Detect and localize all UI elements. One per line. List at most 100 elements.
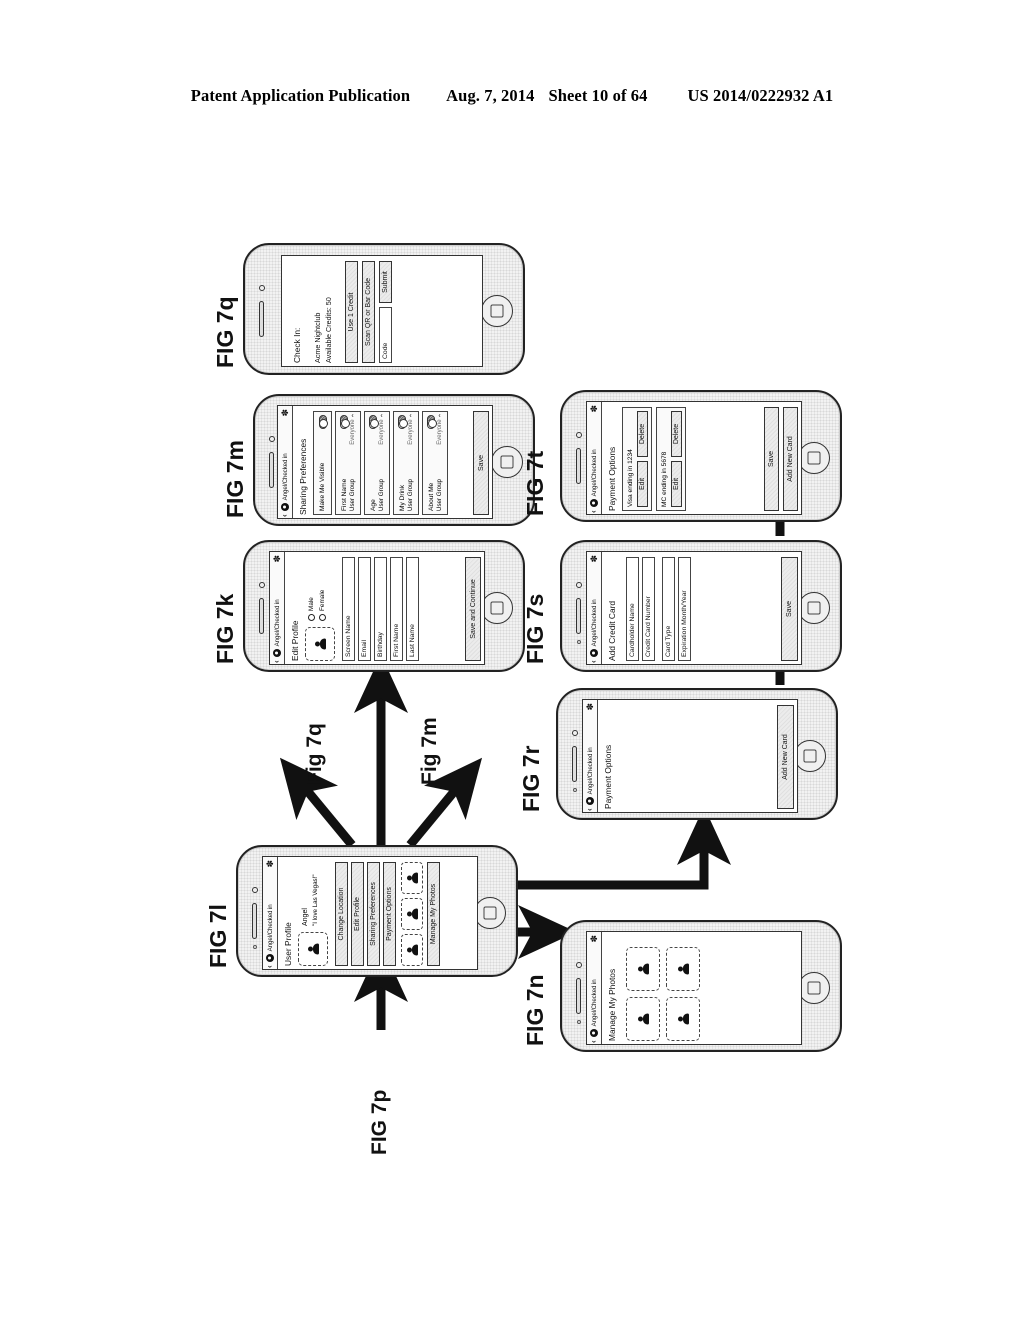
earpiece-speaker [572, 746, 577, 782]
sharing-row[interactable]: My Drink User Group Everyone ‹ [393, 411, 419, 515]
gear-icon[interactable]: ✽ [589, 555, 599, 563]
visibility-toggle[interactable] [398, 415, 406, 429]
back-icon[interactable]: ‹ [280, 514, 289, 517]
sharing-preferences-button[interactable]: Sharing Preferences [367, 862, 380, 966]
sharing-row[interactable]: About Me User Group Everyone ‹ [422, 411, 448, 515]
gender-male-label: Male [308, 597, 315, 611]
home-button[interactable] [491, 446, 523, 478]
manage-photos-button[interactable]: Manage My Photos [427, 862, 440, 966]
save-continue-button[interactable]: Save and Continue [465, 557, 481, 661]
email-field[interactable]: Email [358, 557, 371, 661]
edit-profile-button[interactable]: Edit Profile [351, 862, 364, 966]
sharing-row-sub: User Group [378, 479, 385, 511]
photo-thumbnail[interactable] [401, 934, 423, 966]
chevron-right-icon[interactable]: ‹ [351, 413, 353, 420]
nav-bar: ‹ Angel/Checked in ✽ [587, 932, 602, 1044]
first-name-field[interactable]: First Name [390, 557, 403, 661]
home-button[interactable] [481, 592, 513, 624]
photo-thumbnail[interactable] [401, 898, 423, 930]
back-icon[interactable]: ‹ [585, 808, 594, 811]
photo-thumbnail[interactable] [626, 997, 660, 1041]
screen-fig7s: ‹ Angel/Checked in ✽ Add Credit Card Car… [586, 551, 802, 665]
home-button[interactable] [798, 442, 830, 474]
back-icon[interactable]: ‹ [589, 660, 598, 663]
card-delete-button[interactable]: Delete [670, 411, 682, 457]
profile-photo[interactable] [298, 932, 328, 966]
photo-thumbnail[interactable] [666, 997, 700, 1041]
sharing-row-sub: User Group [407, 479, 414, 511]
home-button[interactable] [798, 972, 830, 1004]
screen-fig7r: ‹ Angel/Checked in ✽ Payment Options Add… [582, 699, 798, 813]
photo-thumbnail[interactable] [626, 947, 660, 991]
home-button[interactable] [794, 740, 826, 772]
home-button[interactable] [798, 592, 830, 624]
gear-icon[interactable]: ✽ [265, 860, 275, 868]
gear-icon[interactable]: ✽ [589, 935, 599, 943]
card-edit-button[interactable]: Edit [670, 461, 682, 507]
person-silhouette-icon [407, 908, 418, 920]
save-button[interactable]: Save [781, 557, 798, 661]
sharing-row[interactable]: Age User Group Everyone ‹ [364, 411, 390, 515]
nav-bar: ‹ Angel/Checked in ✽ [270, 552, 285, 664]
sharing-row-label: Make Me Visible [319, 462, 326, 511]
gear-icon[interactable]: ✽ [280, 409, 290, 417]
sharing-row-value: Everyone [436, 419, 443, 445]
chevron-right-icon[interactable]: ‹ [409, 413, 411, 420]
card-edit-button[interactable]: Edit [636, 461, 648, 507]
visibility-toggle[interactable] [340, 415, 348, 429]
figure-caption-7n: FIG 7n [522, 974, 548, 1046]
add-new-card-button[interactable]: Add New Card [777, 705, 794, 809]
gender-male-radio[interactable] [308, 614, 315, 621]
visibility-toggle[interactable] [318, 415, 327, 429]
sharing-title: Sharing Preferences [298, 438, 308, 515]
figure-caption-7q: FIG 7q [212, 296, 238, 368]
back-icon[interactable]: ‹ [589, 1040, 598, 1043]
birthday-field[interactable]: Birthday [374, 557, 387, 661]
photo-thumbnail[interactable] [401, 862, 423, 894]
sharing-row-label: About Me [427, 482, 435, 511]
change-location-button[interactable]: Change Location [335, 862, 348, 966]
last-name-field[interactable]: Last Name [406, 557, 419, 661]
card-type-field[interactable]: Card Type [662, 557, 675, 661]
person-silhouette-icon [638, 1013, 649, 1025]
sharing-row[interactable]: Make Me Visible [313, 411, 332, 515]
cardholder-name-field[interactable]: Cardholder Name [626, 557, 639, 661]
code-input[interactable]: Code [379, 307, 392, 363]
gear-icon[interactable]: ✽ [585, 703, 595, 711]
person-silhouette-icon [678, 963, 689, 975]
back-icon[interactable]: ‹ [265, 965, 274, 968]
chevron-right-icon[interactable]: ‹ [380, 413, 382, 420]
card-delete-button[interactable]: Delete [636, 411, 648, 457]
gender-female-radio[interactable] [319, 614, 326, 621]
screen-name-field[interactable]: Screen Name [342, 557, 355, 661]
arrow-label-fig7p: FIG 7p [368, 1089, 391, 1155]
save-button[interactable]: Save [473, 411, 489, 515]
proximity-sensor [577, 640, 581, 644]
visibility-toggle[interactable] [427, 415, 435, 429]
home-button[interactable] [474, 897, 506, 929]
visibility-toggle[interactable] [369, 415, 377, 429]
gear-icon[interactable]: ✽ [589, 405, 599, 413]
back-icon[interactable]: ‹ [272, 660, 281, 663]
add-new-card-button[interactable]: Add New Card [783, 407, 798, 511]
nav-title: Angel/Checked in [266, 904, 274, 952]
submit-button[interactable]: Submit [379, 261, 392, 303]
use-credit-button[interactable]: Use 1 Credit [345, 261, 358, 363]
earpiece-speaker [576, 978, 581, 1014]
credit-card-number-field[interactable]: Credit Card Number [642, 557, 655, 661]
scan-code-button[interactable]: Scan QR or Bar Code [362, 261, 375, 363]
save-button[interactable]: Save [764, 407, 779, 511]
front-camera-icon [259, 582, 265, 588]
photo-thumbnail[interactable] [666, 947, 700, 991]
earpiece-speaker [576, 448, 581, 484]
expiration-field[interactable]: Expiration Month/Year [678, 557, 691, 661]
gear-icon[interactable]: ✽ [272, 555, 282, 563]
sharing-row[interactable]: First Name User Group Everyone ‹ [335, 411, 361, 515]
back-icon[interactable]: ‹ [589, 510, 598, 513]
nav-title: Angel/Checked in [590, 599, 598, 647]
home-button[interactable] [481, 295, 513, 327]
profile-photo[interactable] [305, 627, 335, 661]
payment-options-button[interactable]: Payment Options [383, 862, 396, 966]
chevron-right-icon[interactable]: ‹ [438, 413, 440, 420]
figure-canvas: Check In: Acme Nightclub Available Credi… [0, 0, 1024, 1320]
